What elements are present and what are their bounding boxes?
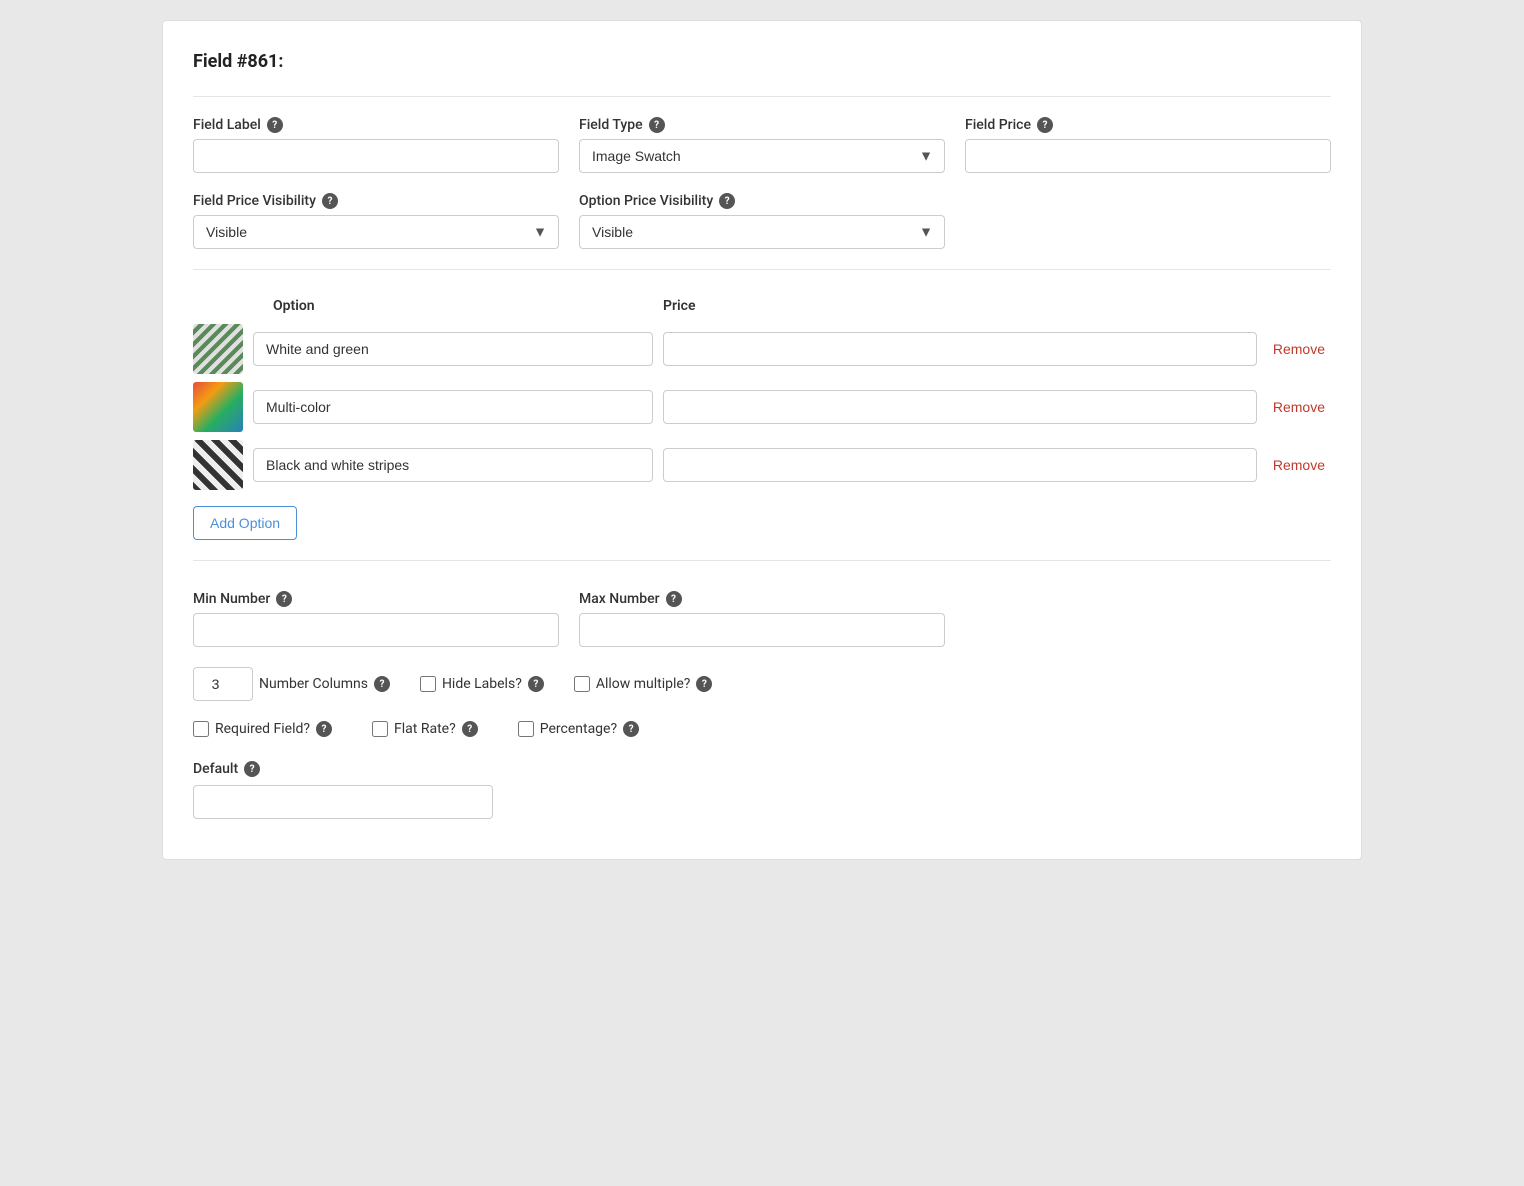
remove-option-2-button[interactable]: Remove bbox=[1267, 395, 1331, 419]
allow-multiple-checkbox[interactable] bbox=[574, 676, 590, 692]
option-row-2: Remove bbox=[193, 382, 1331, 432]
hide-labels-label: Hide Labels? bbox=[442, 676, 522, 692]
default-input[interactable] bbox=[193, 785, 493, 819]
required-field-help-icon[interactable]: ? bbox=[316, 721, 332, 737]
add-option-button[interactable]: Add Option bbox=[193, 506, 297, 540]
min-number-help-icon[interactable]: ? bbox=[276, 591, 292, 607]
field-type-text: Field Type bbox=[579, 117, 643, 133]
hide-labels-checkbox[interactable] bbox=[420, 676, 436, 692]
col-option-header: Option bbox=[193, 298, 653, 314]
allow-multiple-label: Allow multiple? bbox=[596, 676, 691, 692]
field-price-input[interactable] bbox=[965, 139, 1331, 173]
option-price-input-2[interactable] bbox=[663, 390, 1257, 424]
field-price-help-icon[interactable]: ? bbox=[1037, 117, 1053, 133]
option-price-input-3[interactable] bbox=[663, 448, 1257, 482]
option-thumb-1 bbox=[193, 324, 243, 374]
field-price-group: Field Price ? bbox=[965, 117, 1331, 173]
row-checkboxes: Required Field? ? Flat Rate? ? Percentag… bbox=[193, 721, 1331, 737]
required-field-group: Required Field? ? bbox=[193, 721, 332, 737]
min-number-label: Min Number bbox=[193, 591, 270, 607]
percentage-checkbox[interactable] bbox=[518, 721, 534, 737]
min-number-input[interactable] bbox=[193, 613, 559, 647]
max-number-input[interactable] bbox=[579, 613, 945, 647]
field-label-input[interactable] bbox=[193, 139, 559, 173]
remove-option-1-button[interactable]: Remove bbox=[1267, 337, 1331, 361]
hide-labels-help-icon[interactable]: ? bbox=[528, 676, 544, 692]
field-price-visibility-group: Field Price Visibility ? Visible Hidden … bbox=[193, 193, 559, 249]
max-number-help-icon[interactable]: ? bbox=[666, 591, 682, 607]
percentage-group: Percentage? ? bbox=[518, 721, 639, 737]
page-title: Field #861: bbox=[193, 51, 1331, 72]
bottom-section: Min Number ? Max Number ? Number Columns… bbox=[193, 581, 1331, 819]
max-number-label: Max Number bbox=[579, 591, 660, 607]
field-type-select[interactable]: Image Swatch Text Color Swatch Dropdown bbox=[579, 139, 945, 173]
allow-multiple-group: Allow multiple? ? bbox=[574, 676, 713, 692]
option-price-visibility-select-wrapper: Visible Hidden ▼ bbox=[579, 215, 945, 249]
option-name-input-1[interactable] bbox=[253, 332, 653, 366]
option-row-1: Remove bbox=[193, 324, 1331, 374]
col-price-header: Price bbox=[663, 298, 1331, 314]
default-help-icon[interactable]: ? bbox=[244, 761, 260, 777]
field-price-text: Field Price bbox=[965, 117, 1031, 133]
option-price-visibility-text: Option Price Visibility bbox=[579, 193, 713, 209]
option-price-visibility-group: Option Price Visibility ? Visible Hidden… bbox=[579, 193, 945, 249]
option-price-visibility-select[interactable]: Visible Hidden bbox=[579, 215, 945, 249]
option-row-3: Remove bbox=[193, 440, 1331, 490]
field-type-help-icon[interactable]: ? bbox=[649, 117, 665, 133]
field-label-help-icon[interactable]: ? bbox=[267, 117, 283, 133]
number-columns-label: Number Columns bbox=[259, 676, 368, 692]
flat-rate-help-icon[interactable]: ? bbox=[462, 721, 478, 737]
option-thumb-2 bbox=[193, 382, 243, 432]
row-visibility: Field Price Visibility ? Visible Hidden … bbox=[193, 193, 1331, 249]
option-thumb-3 bbox=[193, 440, 243, 490]
allow-multiple-help-icon[interactable]: ? bbox=[696, 676, 712, 692]
field-price-visibility-text: Field Price Visibility bbox=[193, 193, 316, 209]
min-number-group: Min Number ? bbox=[193, 591, 559, 647]
default-section: Default ? bbox=[193, 761, 1331, 819]
number-columns-input[interactable] bbox=[193, 667, 253, 701]
options-header: Option Price bbox=[193, 290, 1331, 324]
field-type-group: Field Type ? Image Swatch Text Color Swa… bbox=[579, 117, 945, 173]
row-field-basics: Field Label ? Field Type ? Image Swatch … bbox=[193, 117, 1331, 173]
number-columns-help-icon[interactable]: ? bbox=[374, 676, 390, 692]
options-section: Option Price Remove Remove Remove Add Op… bbox=[193, 290, 1331, 540]
default-label-text: Default bbox=[193, 761, 238, 777]
percentage-label: Percentage? bbox=[540, 721, 617, 737]
flat-rate-checkbox[interactable] bbox=[372, 721, 388, 737]
option-name-input-2[interactable] bbox=[253, 390, 653, 424]
option-price-visibility-help-icon[interactable]: ? bbox=[719, 193, 735, 209]
hide-labels-group: Hide Labels? ? bbox=[420, 676, 544, 692]
percentage-help-icon[interactable]: ? bbox=[623, 721, 639, 737]
remove-option-3-button[interactable]: Remove bbox=[1267, 453, 1331, 477]
row-min-max: Min Number ? Max Number ? bbox=[193, 591, 1331, 647]
row-number-columns: Number Columns ? Hide Labels? ? Allow mu… bbox=[193, 667, 1331, 701]
field-card: Field #861: Field Label ? Field Type ? I… bbox=[162, 20, 1362, 860]
field-price-visibility-help-icon[interactable]: ? bbox=[322, 193, 338, 209]
number-columns-group: Number Columns ? bbox=[193, 667, 390, 701]
option-price-input-1[interactable] bbox=[663, 332, 1257, 366]
field-type-select-wrapper: Image Swatch Text Color Swatch Dropdown … bbox=[579, 139, 945, 173]
required-field-label: Required Field? bbox=[215, 721, 310, 737]
field-label-group: Field Label ? bbox=[193, 117, 559, 173]
flat-rate-group: Flat Rate? ? bbox=[372, 721, 478, 737]
field-price-visibility-select[interactable]: Visible Hidden bbox=[193, 215, 559, 249]
field-price-visibility-select-wrapper: Visible Hidden ▼ bbox=[193, 215, 559, 249]
option-name-input-3[interactable] bbox=[253, 448, 653, 482]
max-number-group: Max Number ? bbox=[579, 591, 945, 647]
field-label-text: Field Label bbox=[193, 117, 261, 133]
flat-rate-label: Flat Rate? bbox=[394, 721, 456, 737]
required-field-checkbox[interactable] bbox=[193, 721, 209, 737]
